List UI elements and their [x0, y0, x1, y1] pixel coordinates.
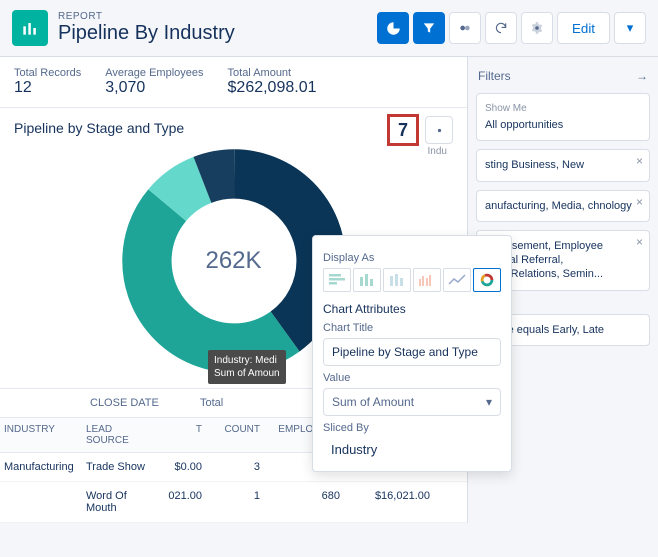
display-as-label: Display As [323, 252, 501, 264]
close-icon[interactable]: × [636, 154, 643, 170]
value-label: Value [323, 372, 501, 384]
page-title: Pipeline By Industry [58, 22, 377, 45]
collaborate-button[interactable] [449, 12, 481, 44]
filters-heading: Filters [478, 69, 511, 83]
chart-settings-button[interactable] [425, 116, 453, 144]
chart-type-line[interactable] [443, 268, 471, 292]
edit-dropdown-button[interactable]: ▾ [614, 12, 646, 44]
chart-sub-label: Indu [428, 146, 447, 157]
chart-type-grouped[interactable] [413, 268, 441, 292]
table-row[interactable]: Word Of Mouth 021.00 1 680 $16,021.00 [0, 482, 467, 523]
edit-button[interactable]: Edit [557, 12, 610, 44]
filter-card[interactable]: × anufacturing, Media, chnology [476, 190, 650, 222]
sliced-by-value: Industry [323, 438, 501, 461]
report-app-icon [12, 10, 48, 46]
step-badge-7: 7 [387, 114, 419, 146]
chart-title-label: Chart Title [323, 322, 501, 334]
chart-type-donut[interactable] [473, 268, 501, 292]
col-close-date: CLOSE DATE [82, 389, 192, 417]
settings-button[interactable] [521, 12, 553, 44]
col-t: T [154, 418, 206, 452]
filter-button[interactable] [413, 12, 445, 44]
chart-toggle-button[interactable] [377, 12, 409, 44]
sliced-by-label: Sliced By [323, 422, 501, 434]
filter-show-me[interactable]: Show Me All opportunities [476, 93, 650, 141]
col-industry: INDUSTRY [0, 418, 82, 452]
close-icon[interactable]: × [636, 235, 643, 251]
chart-type-stacked[interactable] [383, 268, 411, 292]
chart-type-hbar[interactable] [323, 268, 351, 292]
col-count: COUNT [206, 418, 264, 452]
filters-expand-icon[interactable]: → [636, 69, 648, 83]
value-select[interactable]: Sum of Amount▾ [323, 388, 501, 416]
stat-total-amount: Total Amount $262,098.01 [228, 67, 317, 97]
header-overline: REPORT [58, 11, 377, 22]
col-lead-source: LEAD SOURCE [82, 418, 154, 452]
chart-properties-popover: Display As Chart Attributes Chart Title … [312, 235, 512, 472]
chart-tooltip: Industry: Medi Sum of Amoun [208, 350, 286, 384]
col-total: Total [192, 389, 252, 417]
filter-card[interactable]: × sting Business, New [476, 149, 650, 181]
stat-records: Total Records 12 [14, 67, 81, 97]
chart-title-input[interactable] [323, 338, 501, 366]
refresh-button[interactable] [485, 12, 517, 44]
chart-type-vbar[interactable] [353, 268, 381, 292]
close-icon[interactable]: × [636, 195, 643, 211]
chart-attributes-heading: Chart Attributes [323, 302, 501, 316]
stat-avg-employees: Average Employees 3,070 [105, 67, 203, 97]
chevron-down-icon: ▾ [486, 395, 492, 409]
